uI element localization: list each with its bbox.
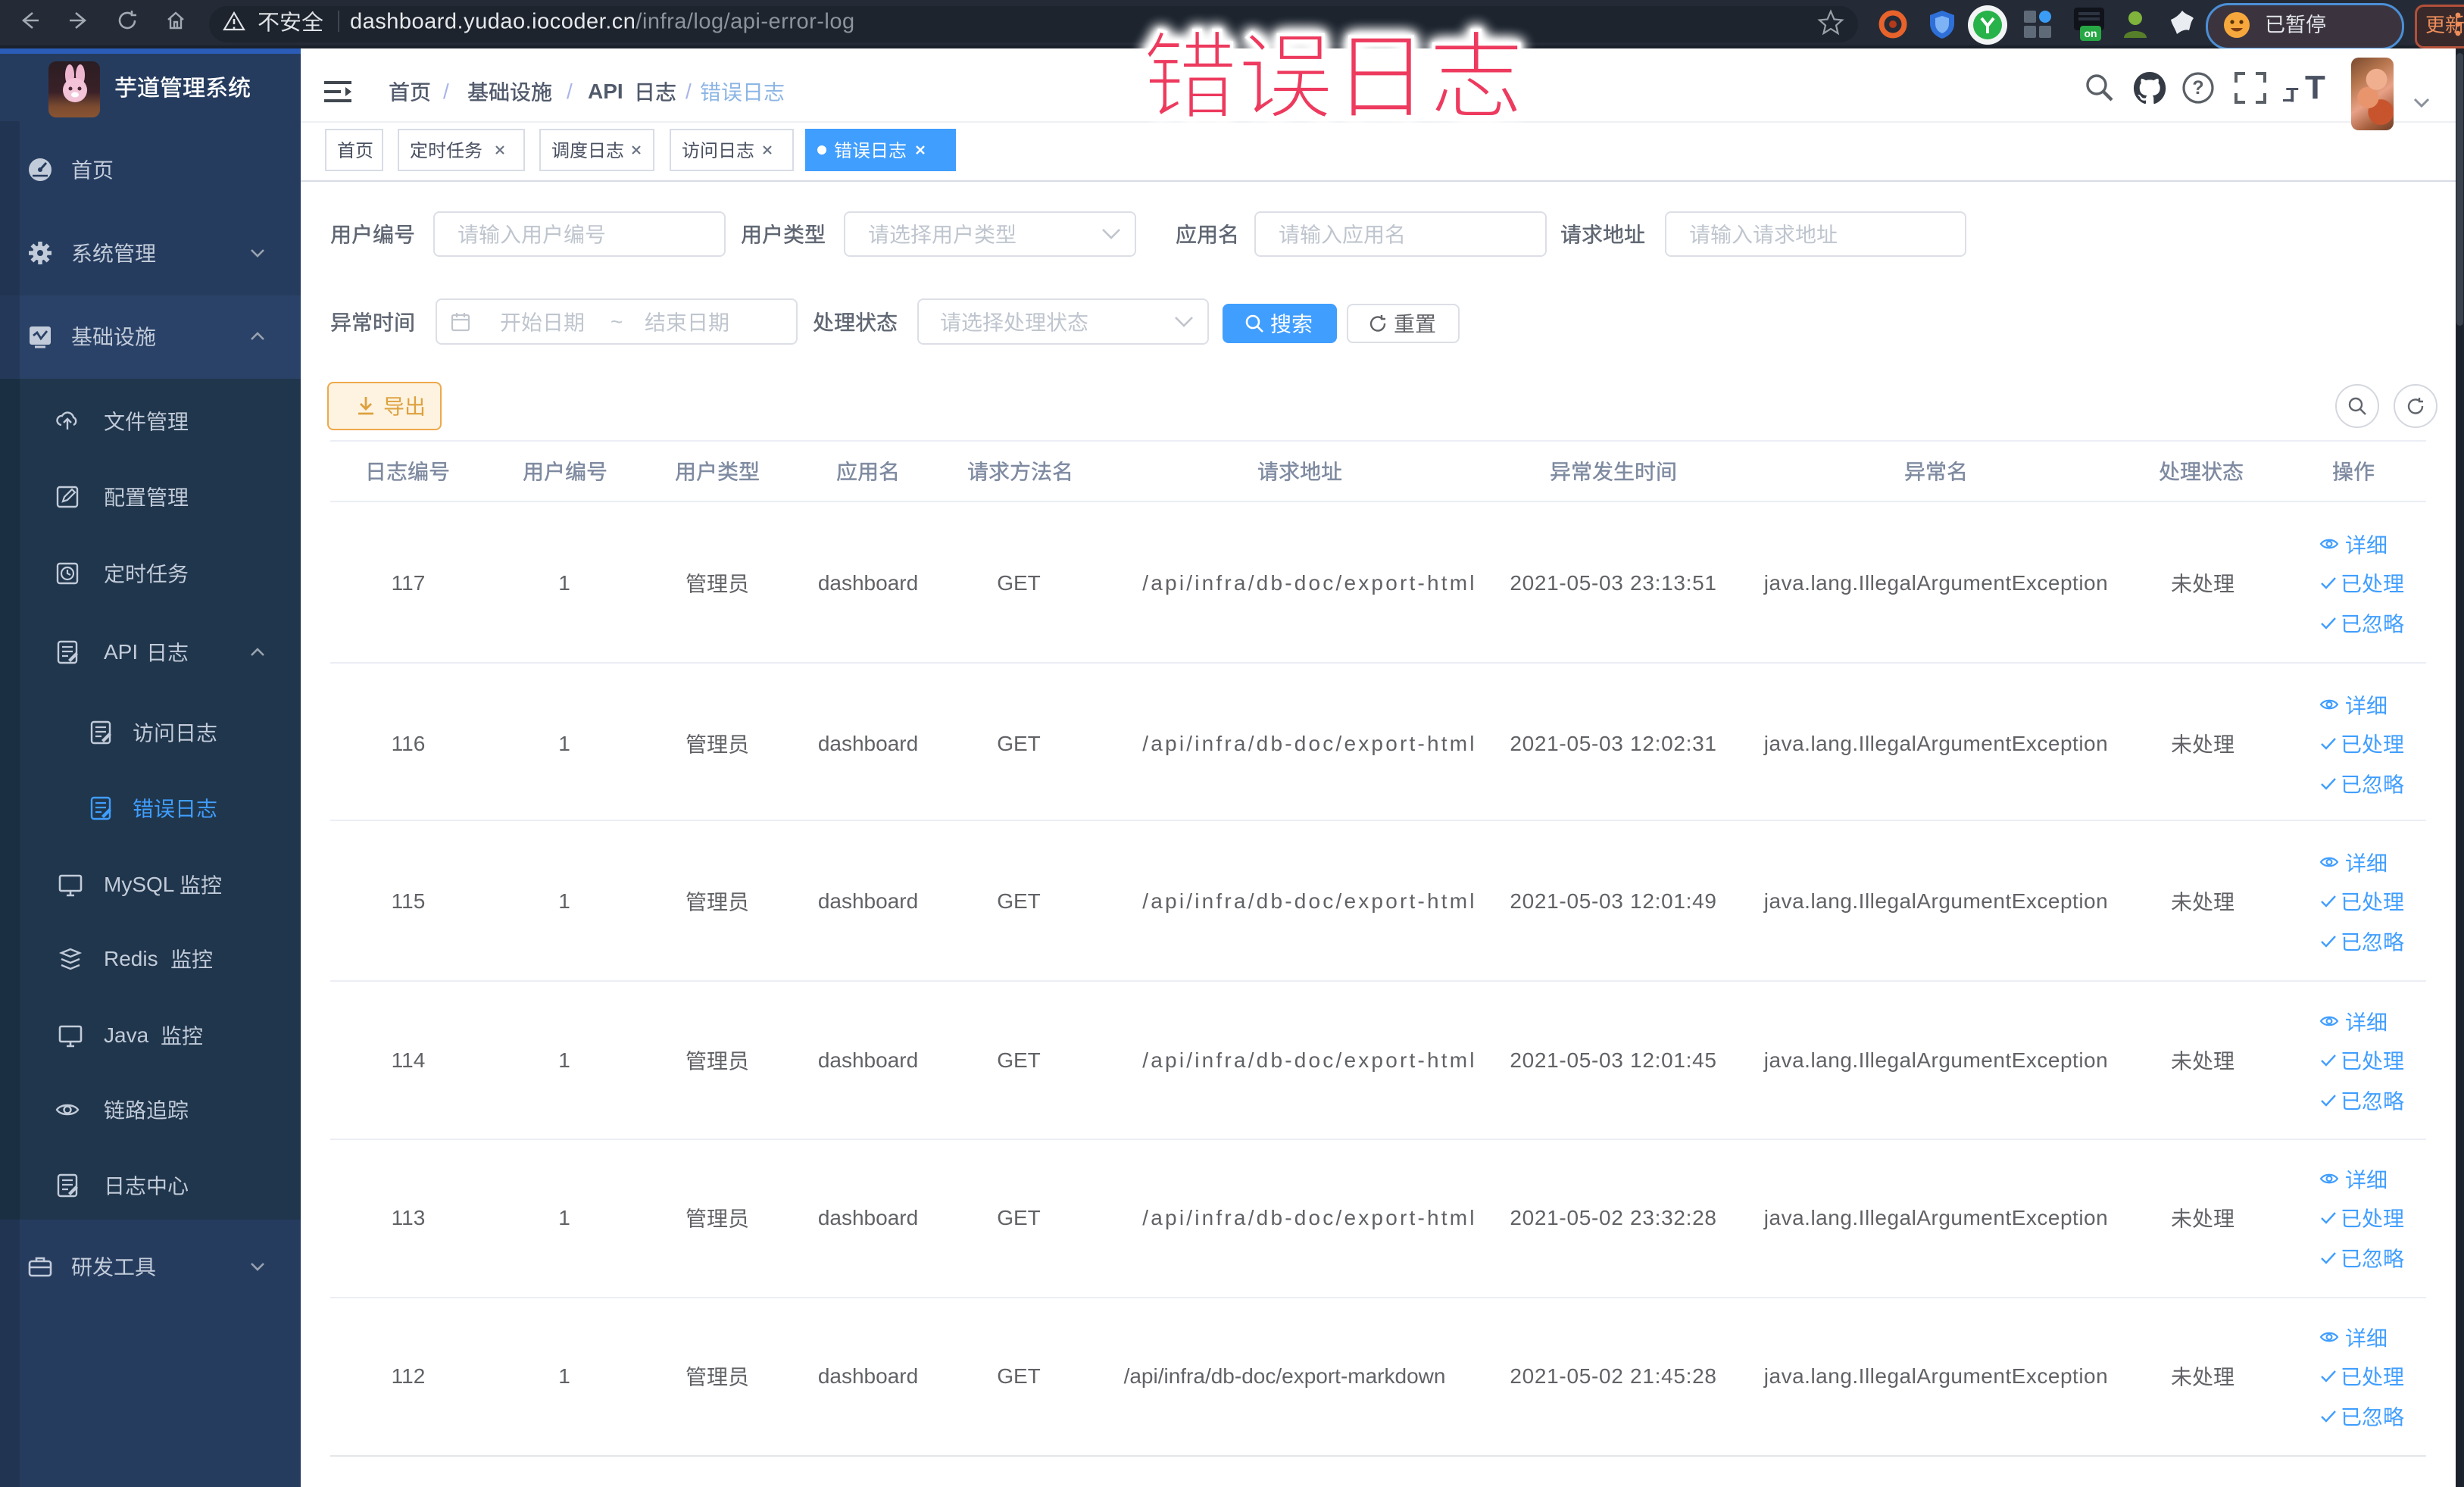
svg-text:?: ? [2192, 77, 2203, 98]
svg-text:on: on [2084, 27, 2097, 39]
